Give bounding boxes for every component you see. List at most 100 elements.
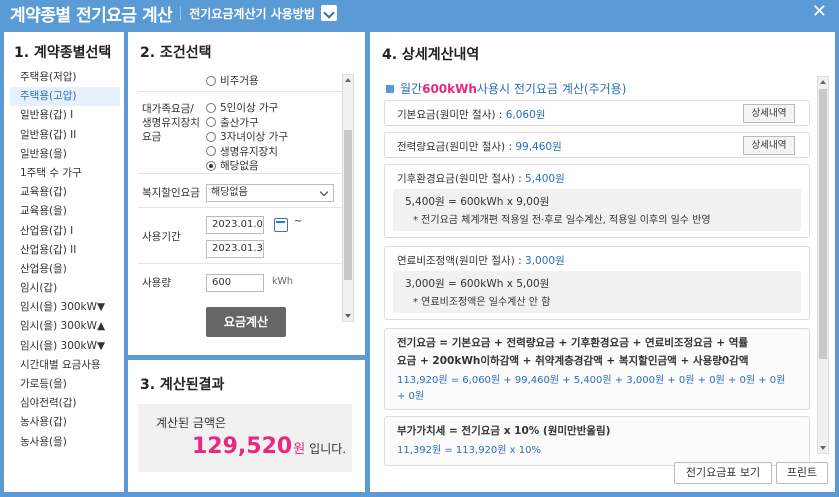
calculate-button[interactable]: 요금계산 — [206, 307, 286, 337]
radio-label: 출산가구 — [220, 116, 259, 129]
chevron-down-icon[interactable] — [320, 5, 337, 21]
climate-charge-card: 기후환경요금(원미만 절사) : 5,400원 5,400원 = 600kWh … — [384, 164, 810, 238]
summary-post: 사용시 전기요금 계산(주거용) — [476, 82, 627, 96]
contract-type-item[interactable]: 주택용(고압) — [10, 87, 120, 107]
result-tail: 입니다. — [309, 442, 347, 456]
radio-circle — [206, 102, 216, 113]
summary-heading: 월간 600kWh 사용시 전기요금 계산(주거용) — [386, 80, 626, 97]
total-calc-1: 113,920원 = 6,060원 + 99,460원 + 5,400원 + 3… — [397, 375, 786, 386]
result-line: 129,520 원 입니다. — [192, 434, 346, 459]
welfare-select[interactable]: 해당없음 — [206, 184, 334, 202]
climate-note: * 전기요금 체계개편 적용일 전·후로 일수계산, 적용일 이후의 일수 반영 — [413, 215, 711, 226]
discount-option-radio[interactable]: 5인이상 가구 — [206, 101, 288, 114]
contract-type-item[interactable]: 임시(갑) — [10, 279, 120, 298]
discount-options: 5인이상 가구출산가구 3자녀이상 가구생명유지장치 해당없음 — [206, 101, 288, 174]
usage-unit: kWh — [272, 276, 293, 287]
usage-guide-link[interactable]: 전기요금계산기 사용방법 — [189, 5, 315, 22]
radio-circle — [206, 131, 216, 142]
scroll-down-icon[interactable] — [345, 314, 351, 318]
page-title: 계약종별 전기요금 계산 — [10, 5, 173, 26]
contract-type-item[interactable]: 농사용(을) — [10, 433, 120, 452]
welfare-row: 복지할인요금 해당없음 — [138, 178, 343, 208]
contract-type-item[interactable]: 산업용(갑) I — [10, 222, 120, 241]
scroll-up-icon[interactable] — [345, 78, 351, 82]
result-title: 3. 계산된결과 — [140, 377, 225, 393]
welfare-label: 복지할인요금 — [142, 187, 200, 199]
condition-form: 비주거용 대가족요금/ 생명유지장치 요금 5인이상 가구출산가구 3자녀이상 가… — [138, 74, 343, 322]
detail-content: 월간 600kWh 사용시 전기요금 계산(주거용) 기본요금(원미만 절사) … — [384, 76, 814, 484]
vat-card: 부가가치세 = 전기요금 x 10% (원미만반올림) 11,392원 = 11… — [384, 416, 810, 466]
fuel-charge-text: 연료비조정액(원미만 절사) : 3,000원 — [397, 253, 565, 268]
contract-type-item[interactable]: 일반용(을) — [10, 145, 120, 164]
discount-option-radio[interactable]: 해당없음 — [206, 159, 288, 172]
base-charge-value: 6,060원 — [505, 109, 546, 121]
energy-charge-value: 99,460원 — [515, 141, 562, 153]
period-start-input[interactable]: 2023.01.01 — [206, 216, 264, 234]
header-divider — [180, 6, 182, 20]
contract-type-item[interactable]: 임시(을) 300kW▲ — [10, 317, 120, 336]
climate-formula: 5,400원 = 600kWh x 9,00원 — [405, 196, 550, 208]
contract-type-title: 1. 계약종별선택 — [14, 45, 112, 61]
contract-type-item[interactable]: 1주택 수 가구 — [10, 164, 120, 183]
total-formula: 전기요금 = 기본요금 + 전력량요금 + 기후환경요금 + 연료비조정요금 +… — [397, 335, 785, 403]
title-bar: 계약종별 전기요금 계산 전기요금계산기 사용방법 ✕ — [0, 0, 839, 26]
period-row: 사용기간 2023.01.01 ~ 2023.01.31 — [138, 212, 343, 264]
condition-scrollbar[interactable] — [342, 74, 354, 322]
condition-title: 2. 조건선택 — [140, 45, 212, 61]
contract-type-item[interactable]: 가로등(을) — [10, 375, 120, 394]
contract-type-item[interactable]: 임시(을) 300kW▼ — [10, 298, 120, 317]
radio-label: 3자녀이상 가구 — [220, 131, 288, 143]
contract-type-item[interactable]: 농사용(갑) — [10, 413, 120, 432]
contract-type-item[interactable]: 일반용(갑) I — [10, 106, 120, 125]
scroll-down-icon[interactable] — [820, 446, 826, 450]
result-box: 계산된 금액은 129,520 원 입니다. — [138, 404, 352, 472]
detail-scrollbar[interactable] — [817, 76, 829, 454]
summary-pre: 월간 — [400, 82, 423, 96]
view-rate-table-button[interactable]: 전기요금표 보기 — [674, 462, 772, 484]
base-charge-text: 기본요금(원미만 절사) : 6,060원 — [397, 107, 545, 122]
contract-type-item[interactable]: 임시(을) 300kW▼ — [10, 337, 120, 356]
usage-label: 사용량 — [142, 277, 171, 289]
usage-input[interactable]: 600 — [206, 274, 264, 292]
calendar-icon[interactable] — [274, 218, 288, 232]
fuel-charge-value: 3,000원 — [525, 255, 565, 267]
discount-option-radio[interactable]: 생명유지장치 — [206, 145, 288, 158]
close-icon[interactable]: ✕ — [812, 2, 827, 22]
energy-charge-text: 전력량요금(원미만 절사) : 99,460원 — [397, 139, 562, 154]
energy-detail-button[interactable]: 상세내역 — [743, 136, 795, 155]
vat-formula: 부가가치세 = 전기요금 x 10% (원미만반올림) 11,392원 = 11… — [397, 423, 610, 456]
summary-usage: 600kWh — [422, 81, 477, 96]
scroll-thumb[interactable] — [819, 89, 827, 359]
discount-option-radio[interactable]: 3자녀이상 가구 — [206, 130, 288, 143]
contract-type-item[interactable]: 일반용(갑) II — [10, 126, 120, 145]
discount-option-radio[interactable]: 출산가구 — [206, 116, 288, 129]
contract-type-item[interactable]: 산업용(갑) II — [10, 241, 120, 260]
scroll-up-icon[interactable] — [820, 80, 826, 84]
base-detail-button[interactable]: 상세내역 — [743, 104, 795, 123]
fuel-charge-label: 연료비조정액(원미만 절사) : — [397, 255, 526, 267]
vat-calc: 11,392원 = 113,920원 x 10% — [397, 445, 541, 456]
contract-type-item[interactable]: 주택용(저압) — [10, 68, 120, 87]
non-residential-radio[interactable]: 비주거용 — [206, 74, 259, 87]
scroll-thumb[interactable] — [344, 130, 352, 280]
base-charge-label: 기본요금(원미만 절사) : — [397, 109, 506, 121]
discount-label: 대가족요금/ 생명유지장치 요금 — [142, 103, 200, 143]
period-tilde: ~ — [294, 216, 303, 227]
contract-type-item[interactable]: 교육용(갑) — [10, 183, 120, 202]
contract-type-item[interactable]: 교육용(을) — [10, 202, 120, 221]
detail-panel: 4. 상세계산내역 월간 600kWh 사용시 전기요금 계산(주거용) 기본요… — [370, 32, 835, 492]
radio-circle — [206, 75, 216, 86]
contract-type-item[interactable]: 산업용(을) — [10, 260, 120, 279]
total-charge-card: 전기요금 = 기본요금 + 전력량요금 + 기후환경요금 + 연료비조정요금 +… — [384, 328, 810, 410]
fuel-formula-box: 3,000원 = 600kWh x 5,00원 * 연료비조정액은 일수계산 안… — [393, 271, 801, 313]
contract-type-item[interactable]: 심야전력(갑) — [10, 394, 120, 413]
radio-circle — [206, 146, 216, 156]
contract-type-panel: 1. 계약종별선택 주택용(저압) 주택용(고압) 일반용(갑) I 일반용(갑) I… — [4, 32, 124, 492]
print-button[interactable]: 프린트 — [776, 462, 828, 484]
result-amount: 129,520 — [192, 434, 293, 459]
radio-circle — [206, 117, 216, 127]
contract-type-item[interactable]: 시간대별 요금사용 — [10, 356, 120, 375]
vat-line: 부가가치세 = 전기요금 x 10% (원미만반올림) — [397, 425, 611, 437]
period-end-input[interactable]: 2023.01.31 — [206, 240, 264, 258]
radio-label: 생명유지장치 — [220, 145, 278, 158]
